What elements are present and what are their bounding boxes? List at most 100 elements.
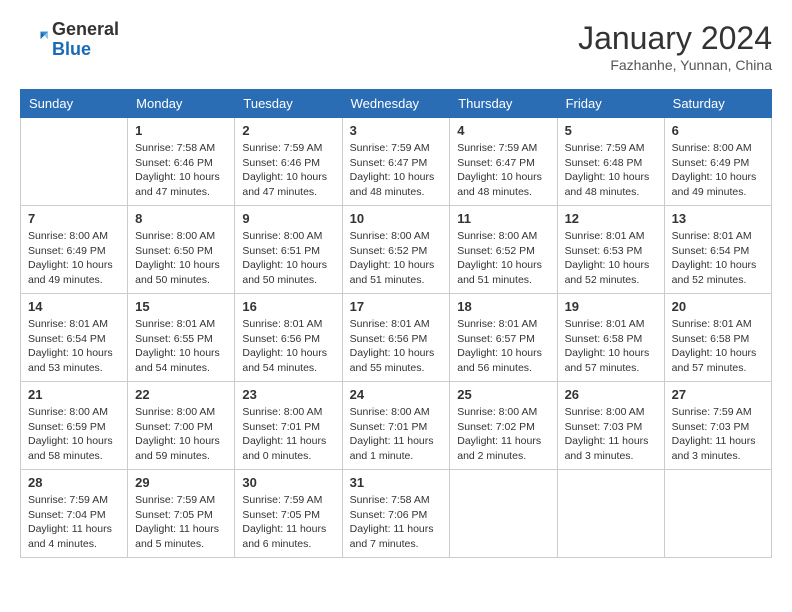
logo: General Blue xyxy=(20,20,119,60)
day-number: 2 xyxy=(242,123,334,138)
cell-content: Sunrise: 8:01 AM Sunset: 6:53 PM Dayligh… xyxy=(565,229,657,288)
col-header-thursday: Thursday xyxy=(450,90,557,118)
cell-content: Sunrise: 8:00 AM Sunset: 6:49 PM Dayligh… xyxy=(28,229,120,288)
cell-content: Sunrise: 8:00 AM Sunset: 7:01 PM Dayligh… xyxy=(350,405,443,464)
day-number: 16 xyxy=(242,299,334,314)
week-row-5: 28 Sunrise: 7:59 AM Sunset: 7:04 PM Dayli… xyxy=(21,470,772,558)
day-number: 26 xyxy=(565,387,657,402)
cell-content: Sunrise: 7:59 AM Sunset: 6:46 PM Dayligh… xyxy=(242,141,334,200)
logo-text: General Blue xyxy=(52,20,119,60)
cell-content: Sunrise: 8:00 AM Sunset: 6:49 PM Dayligh… xyxy=(672,141,764,200)
day-number: 30 xyxy=(242,475,334,490)
cell-content: Sunrise: 8:00 AM Sunset: 6:51 PM Dayligh… xyxy=(242,229,334,288)
day-number: 24 xyxy=(350,387,443,402)
month-title: January 2024 xyxy=(578,20,772,57)
col-header-saturday: Saturday xyxy=(664,90,771,118)
calendar-cell xyxy=(664,470,771,558)
calendar-cell: 27 Sunrise: 7:59 AM Sunset: 7:03 PM Dayli… xyxy=(664,382,771,470)
col-header-wednesday: Wednesday xyxy=(342,90,450,118)
cell-content: Sunrise: 8:01 AM Sunset: 6:56 PM Dayligh… xyxy=(242,317,334,376)
cell-content: Sunrise: 8:00 AM Sunset: 7:00 PM Dayligh… xyxy=(135,405,227,464)
calendar-cell: 28 Sunrise: 7:59 AM Sunset: 7:04 PM Dayli… xyxy=(21,470,128,558)
cell-content: Sunrise: 7:59 AM Sunset: 7:04 PM Dayligh… xyxy=(28,493,120,552)
cell-content: Sunrise: 8:01 AM Sunset: 6:54 PM Dayligh… xyxy=(672,229,764,288)
calendar-cell: 26 Sunrise: 8:00 AM Sunset: 7:03 PM Dayli… xyxy=(557,382,664,470)
day-number: 20 xyxy=(672,299,764,314)
cell-content: Sunrise: 8:00 AM Sunset: 6:50 PM Dayligh… xyxy=(135,229,227,288)
calendar-cell: 17 Sunrise: 8:01 AM Sunset: 6:56 PM Dayli… xyxy=(342,294,450,382)
cell-content: Sunrise: 7:58 AM Sunset: 6:46 PM Dayligh… xyxy=(135,141,227,200)
cell-content: Sunrise: 8:00 AM Sunset: 7:03 PM Dayligh… xyxy=(565,405,657,464)
calendar-cell xyxy=(450,470,557,558)
calendar-cell xyxy=(21,118,128,206)
week-row-3: 14Sunrise: 8:01 AM Sunset: 6:54 PM Dayli… xyxy=(21,294,772,382)
calendar-cell: 24 Sunrise: 8:00 AM Sunset: 7:01 PM Dayli… xyxy=(342,382,450,470)
calendar-cell: 30 Sunrise: 7:59 AM Sunset: 7:05 PM Dayli… xyxy=(235,470,342,558)
day-number: 28 xyxy=(28,475,120,490)
calendar-cell: 4Sunrise: 7:59 AM Sunset: 6:47 PM Daylig… xyxy=(450,118,557,206)
day-number: 13 xyxy=(672,211,764,226)
cell-content: Sunrise: 8:00 AM Sunset: 6:52 PM Dayligh… xyxy=(457,229,549,288)
week-row-4: 21 Sunrise: 8:00 AM Sunset: 6:59 PM Dayli… xyxy=(21,382,772,470)
day-number: 7 xyxy=(28,211,120,226)
cell-content: Sunrise: 7:59 AM Sunset: 7:03 PM Dayligh… xyxy=(672,405,764,464)
calendar-cell: 3Sunrise: 7:59 AM Sunset: 6:47 PM Daylig… xyxy=(342,118,450,206)
day-number: 9 xyxy=(242,211,334,226)
calendar-cell: 13 Sunrise: 8:01 AM Sunset: 6:54 PM Dayli… xyxy=(664,206,771,294)
calendar-cell: 29 Sunrise: 7:59 AM Sunset: 7:05 PM Dayli… xyxy=(128,470,235,558)
day-number: 14 xyxy=(28,299,120,314)
calendar-cell: 12Sunrise: 8:01 AM Sunset: 6:53 PM Dayli… xyxy=(557,206,664,294)
day-number: 10 xyxy=(350,211,443,226)
day-number: 17 xyxy=(350,299,443,314)
cell-content: Sunrise: 8:01 AM Sunset: 6:58 PM Dayligh… xyxy=(565,317,657,376)
calendar-cell: 8 Sunrise: 8:00 AM Sunset: 6:50 PM Daylig… xyxy=(128,206,235,294)
day-number: 31 xyxy=(350,475,443,490)
day-number: 6 xyxy=(672,123,764,138)
calendar-cell: 20 Sunrise: 8:01 AM Sunset: 6:58 PM Dayli… xyxy=(664,294,771,382)
calendar-cell xyxy=(557,470,664,558)
cell-content: Sunrise: 7:59 AM Sunset: 7:05 PM Dayligh… xyxy=(242,493,334,552)
calendar-cell: 23Sunrise: 8:00 AM Sunset: 7:01 PM Dayli… xyxy=(235,382,342,470)
calendar-cell: 15 Sunrise: 8:01 AM Sunset: 6:55 PM Dayli… xyxy=(128,294,235,382)
page-header: General Blue January 2024 Fazhanhe, Yunn… xyxy=(20,20,772,73)
calendar-cell: 19 Sunrise: 8:01 AM Sunset: 6:58 PM Dayli… xyxy=(557,294,664,382)
day-number: 5 xyxy=(565,123,657,138)
cell-content: Sunrise: 7:59 AM Sunset: 7:05 PM Dayligh… xyxy=(135,493,227,552)
cell-content: Sunrise: 8:01 AM Sunset: 6:58 PM Dayligh… xyxy=(672,317,764,376)
day-number: 21 xyxy=(28,387,120,402)
day-number: 3 xyxy=(350,123,443,138)
calendar-cell: 21 Sunrise: 8:00 AM Sunset: 6:59 PM Dayli… xyxy=(21,382,128,470)
calendar-cell: 6 Sunrise: 8:00 AM Sunset: 6:49 PM Daylig… xyxy=(664,118,771,206)
logo-icon xyxy=(20,26,48,54)
col-header-tuesday: Tuesday xyxy=(235,90,342,118)
calendar-cell: 14Sunrise: 8:01 AM Sunset: 6:54 PM Dayli… xyxy=(21,294,128,382)
day-number: 11 xyxy=(457,211,549,226)
day-number: 8 xyxy=(135,211,227,226)
calendar-cell: 1 Sunrise: 7:58 AM Sunset: 6:46 PM Daylig… xyxy=(128,118,235,206)
calendar-cell: 25Sunrise: 8:00 AM Sunset: 7:02 PM Dayli… xyxy=(450,382,557,470)
col-header-monday: Monday xyxy=(128,90,235,118)
col-header-sunday: Sunday xyxy=(21,90,128,118)
day-number: 4 xyxy=(457,123,549,138)
day-number: 22 xyxy=(135,387,227,402)
cell-content: Sunrise: 8:01 AM Sunset: 6:55 PM Dayligh… xyxy=(135,317,227,376)
day-number: 29 xyxy=(135,475,227,490)
calendar-cell: 2 Sunrise: 7:59 AM Sunset: 6:46 PM Daylig… xyxy=(235,118,342,206)
calendar-cell: 22 Sunrise: 8:00 AM Sunset: 7:00 PM Dayli… xyxy=(128,382,235,470)
day-number: 15 xyxy=(135,299,227,314)
calendar-cell: 9 Sunrise: 8:00 AM Sunset: 6:51 PM Daylig… xyxy=(235,206,342,294)
cell-content: Sunrise: 8:00 AM Sunset: 7:01 PM Dayligh… xyxy=(242,405,334,464)
cell-content: Sunrise: 7:59 AM Sunset: 6:48 PM Dayligh… xyxy=(565,141,657,200)
calendar-table: SundayMondayTuesdayWednesdayThursdayFrid… xyxy=(20,89,772,558)
title-block: January 2024 Fazhanhe, Yunnan, China xyxy=(578,20,772,73)
cell-content: Sunrise: 8:00 AM Sunset: 7:02 PM Dayligh… xyxy=(457,405,549,464)
day-number: 27 xyxy=(672,387,764,402)
day-number: 19 xyxy=(565,299,657,314)
cell-content: Sunrise: 8:00 AM Sunset: 6:59 PM Dayligh… xyxy=(28,405,120,464)
calendar-cell: 10Sunrise: 8:00 AM Sunset: 6:52 PM Dayli… xyxy=(342,206,450,294)
cell-content: Sunrise: 8:01 AM Sunset: 6:56 PM Dayligh… xyxy=(350,317,443,376)
calendar-cell: 31Sunrise: 7:58 AM Sunset: 7:06 PM Dayli… xyxy=(342,470,450,558)
calendar-cell: 18Sunrise: 8:01 AM Sunset: 6:57 PM Dayli… xyxy=(450,294,557,382)
calendar-header-row: SundayMondayTuesdayWednesdayThursdayFrid… xyxy=(21,90,772,118)
day-number: 1 xyxy=(135,123,227,138)
